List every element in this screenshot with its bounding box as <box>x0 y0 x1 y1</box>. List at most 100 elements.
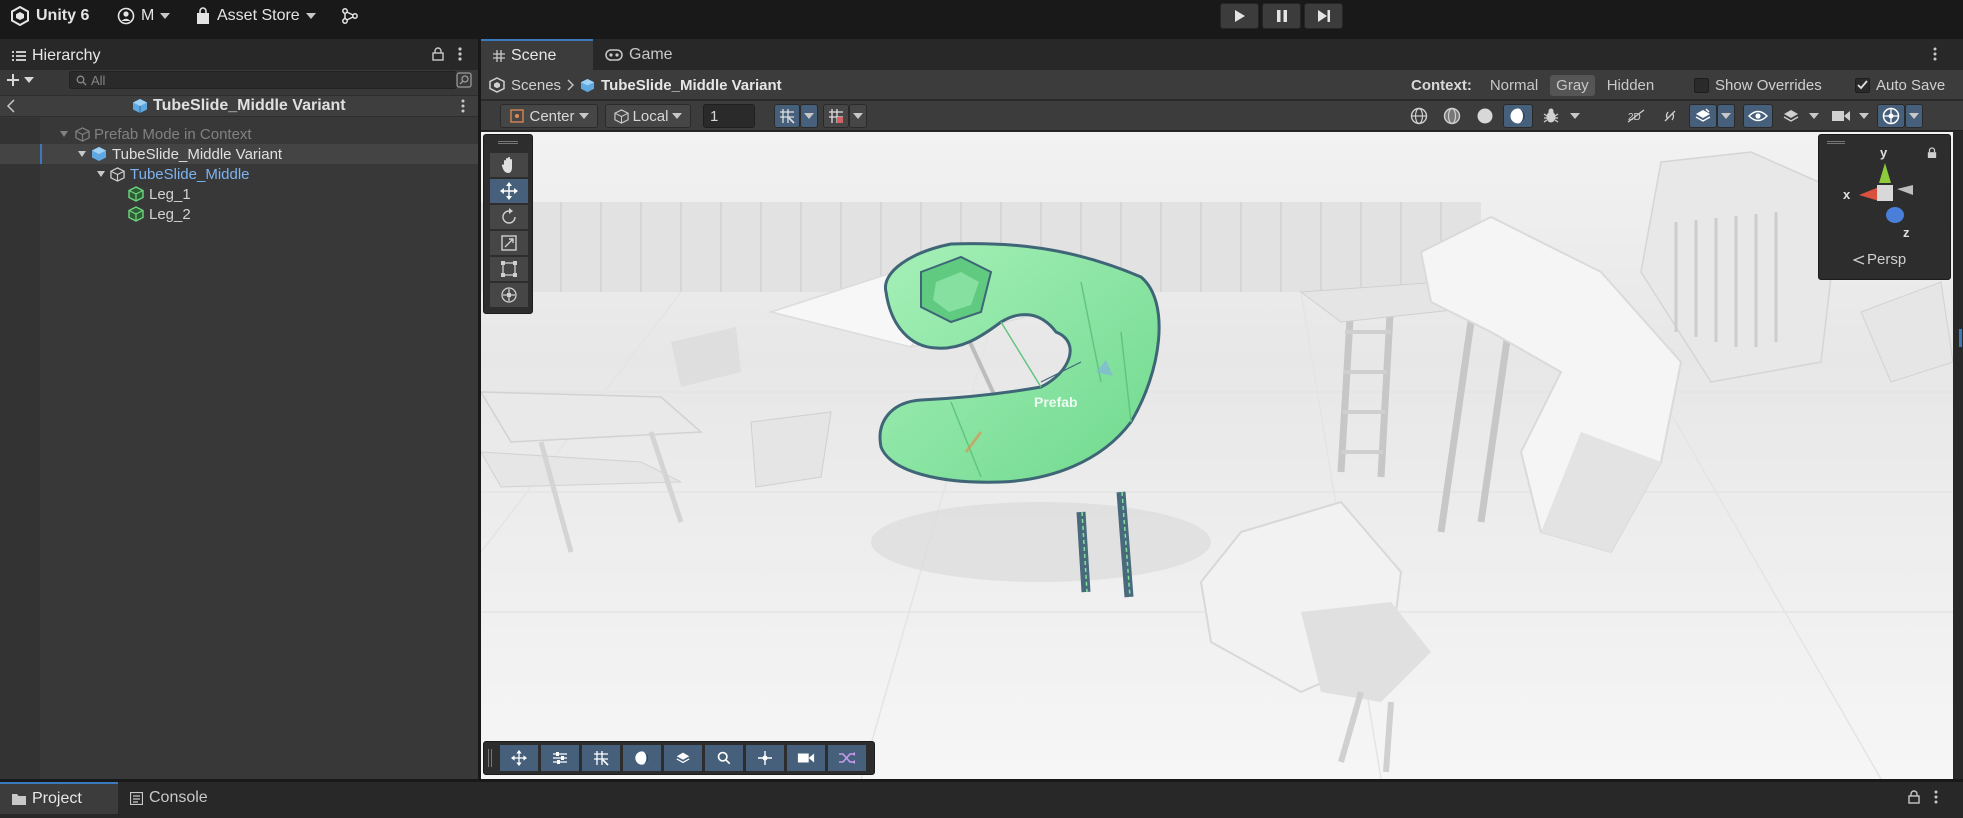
search-button[interactable] <box>705 745 743 771</box>
shaded-wireframe-button[interactable] <box>1437 104 1467 128</box>
back-arrow-icon[interactable] <box>6 99 16 113</box>
pause-button[interactable] <box>1262 3 1301 29</box>
snap-increment-icon <box>828 108 844 124</box>
lock-icon[interactable] <box>432 47 444 61</box>
hand-tool-button[interactable] <box>490 153 528 177</box>
debug-draw-mode-dropdown[interactable] <box>1566 104 1584 128</box>
context-option-gray[interactable]: Gray <box>1550 74 1595 96</box>
tab-hierarchy[interactable]: Hierarchy <box>0 39 135 70</box>
bottom-panel: Project Console <box>0 782 1963 818</box>
more-options-icon[interactable] <box>458 46 462 62</box>
rect-tool-button[interactable] <box>490 257 528 281</box>
prefab-icon <box>75 126 90 142</box>
view-layers-button[interactable] <box>664 745 702 771</box>
tab-console[interactable]: Console <box>118 782 228 814</box>
checkbox[interactable] <box>1855 77 1870 93</box>
unity-version-label: Unity 6 <box>36 7 90 24</box>
chevron-down-icon <box>1721 113 1731 119</box>
projection-toggle[interactable]: Persp <box>1853 251 1906 268</box>
context-option-hidden[interactable]: Hidden <box>1601 75 1661 96</box>
video-camera-icon <box>1831 109 1851 123</box>
branch-icon <box>341 7 359 25</box>
camera-settings-button[interactable] <box>1827 104 1855 128</box>
overlay-edge-indicator[interactable] <box>1959 329 1962 347</box>
tab-project[interactable]: Project <box>0 782 118 814</box>
grid-increment-field[interactable]: 1 <box>703 104 755 128</box>
scene-viewport[interactable]: Prefab y x z Persp <box>481 132 1953 779</box>
hierarchy-search-field[interactable]: All <box>69 71 457 89</box>
show-overrides-toggle[interactable]: Show Overrides <box>1694 70 1822 100</box>
more-options-icon[interactable] <box>461 99 465 113</box>
foldout-arrow-icon[interactable] <box>77 149 87 159</box>
pivot-center-icon <box>509 108 525 124</box>
shaded-button[interactable] <box>1470 104 1500 128</box>
mesh-object-icon <box>128 206 144 222</box>
camera-settings-dropdown[interactable] <box>1855 104 1873 128</box>
auto-save-toggle[interactable]: Auto Save <box>1855 70 1945 100</box>
version-control-button[interactable] <box>341 3 359 29</box>
grid-snapping-button[interactable] <box>774 104 800 128</box>
grid-snapping-dropdown[interactable] <box>800 104 818 128</box>
lock-icon[interactable] <box>1908 790 1920 804</box>
play-icon <box>1234 9 1246 23</box>
grid-settings-button[interactable] <box>582 745 620 771</box>
layers-dropdown[interactable] <box>1805 104 1823 128</box>
pivot-button[interactable] <box>746 745 784 771</box>
scene-visibility-button[interactable] <box>1743 104 1773 128</box>
debug-draw-mode-button[interactable] <box>1536 104 1566 128</box>
more-options-icon[interactable] <box>1934 790 1938 804</box>
unity-menu[interactable]: Unity 6 <box>10 3 89 29</box>
overlay-move-button[interactable] <box>500 745 538 771</box>
list-item[interactable]: TubeSlide_Middle Variant <box>0 144 478 164</box>
asset-store-dropdown[interactable]: Asset Store <box>195 3 316 29</box>
account-dropdown[interactable]: M <box>117 3 171 29</box>
tab-label: Game <box>629 45 673 63</box>
gizmos-button[interactable] <box>1877 104 1905 128</box>
list-item[interactable]: Leg_2 <box>0 204 478 224</box>
list-item[interactable]: TubeSlide_Middle <box>0 164 478 184</box>
unlit-shading-button[interactable] <box>1503 104 1533 128</box>
move-arrows-icon <box>511 750 527 766</box>
pivot-mode-dropdown[interactable]: Center <box>500 104 598 128</box>
more-options-icon[interactable] <box>1933 47 1937 61</box>
breadcrumb-root[interactable]: Scenes <box>511 77 561 94</box>
overlay-drag-handle[interactable] <box>488 749 492 767</box>
layers-visibility-button[interactable] <box>1777 104 1805 128</box>
pivot-rotation-dropdown[interactable]: Local <box>605 104 691 128</box>
move-tool-button[interactable] <box>490 179 528 203</box>
search-by-type-icon[interactable] <box>456 72 472 88</box>
tab-scene[interactable]: Scene <box>481 39 593 70</box>
foldout-arrow-icon[interactable] <box>96 169 106 179</box>
transform-tool-button[interactable] <box>490 283 528 307</box>
effects-toggle-button[interactable] <box>1689 104 1717 128</box>
play-button[interactable] <box>1220 3 1259 29</box>
auto-save-label: Auto Save <box>1876 76 1946 94</box>
gizmos-dropdown[interactable] <box>1905 104 1923 128</box>
camera-preview-button[interactable] <box>787 745 825 771</box>
foldout-arrow-icon[interactable] <box>59 129 69 139</box>
randomize-button[interactable] <box>828 745 866 771</box>
list-item[interactable]: Prefab Mode in Context <box>0 124 478 144</box>
effects-dropdown[interactable] <box>1717 104 1735 128</box>
tab-game[interactable]: Game <box>593 39 693 70</box>
draw-modes-button[interactable] <box>623 745 661 771</box>
incremental-snap-button[interactable] <box>823 104 849 128</box>
checkbox[interactable] <box>1694 77 1709 93</box>
tool-settings-button[interactable] <box>541 745 579 771</box>
context-option-normal[interactable]: Normal <box>1484 75 1544 96</box>
effects-layers-icon <box>675 750 691 766</box>
2d-toggle-button[interactable]: 2D <box>1621 104 1651 128</box>
overlay-drag-handle[interactable] <box>498 141 518 144</box>
chevron-right-icon <box>567 79 575 91</box>
incremental-snap-dropdown[interactable] <box>849 104 867 128</box>
wireframe-shading-button[interactable] <box>1404 104 1434 128</box>
list-item[interactable]: Leg_1 <box>0 184 478 204</box>
search-icon <box>76 75 87 86</box>
gizmo-z-label: z <box>1903 225 1910 240</box>
lighting-toggle-button[interactable] <box>1655 104 1685 128</box>
step-button[interactable] <box>1304 3 1343 29</box>
scale-tool-button[interactable] <box>490 231 528 255</box>
create-dropdown[interactable] <box>6 70 34 90</box>
rotate-tool-button[interactable] <box>490 205 528 229</box>
breadcrumb-current[interactable]: TubeSlide_Middle Variant <box>601 77 782 94</box>
